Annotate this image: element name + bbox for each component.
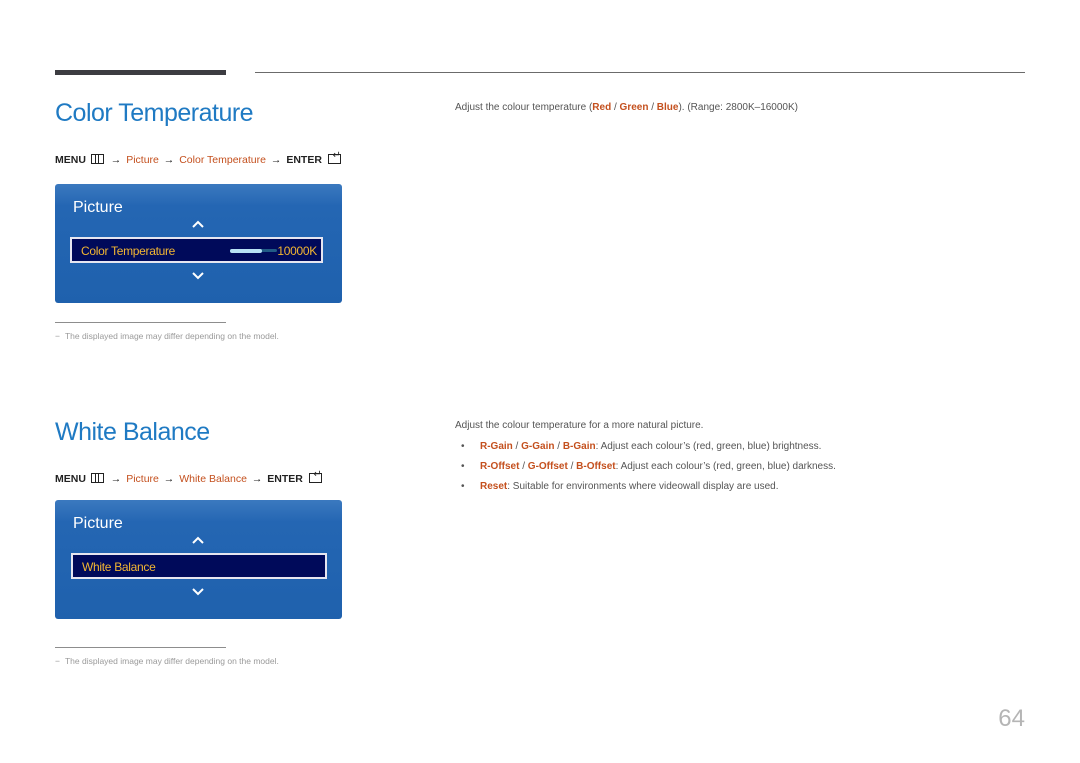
menu-label: MENU: [55, 473, 86, 485]
description-white-balance: Adjust the colour temperature for a more…: [455, 420, 704, 431]
bullet-icon: •: [461, 441, 465, 452]
arrow-icon: →: [163, 473, 175, 485]
header-thick-rule: [55, 70, 226, 75]
color-temperature-slider[interactable]: [230, 248, 277, 253]
term-g-offset: G-Offset: [527, 461, 568, 472]
footnote-text: The displayed image may differ depending…: [64, 331, 279, 341]
list-item: • R-Offset / G-Offset / B-Offset: Adjust …: [455, 460, 836, 480]
chevron-up-icon[interactable]: [192, 220, 204, 232]
chevron-down-icon[interactable]: [192, 588, 204, 600]
osd-item-label: Color Temperature: [81, 244, 176, 258]
separator: /: [648, 102, 657, 113]
separator: /: [567, 461, 577, 472]
footnote-rule: [55, 322, 226, 323]
separator: /: [554, 441, 563, 452]
enter-label: ENTER: [286, 154, 322, 166]
term-r-offset: R-Offset: [480, 461, 520, 472]
osd-title: Picture: [73, 515, 123, 532]
term-g-gain: G-Gain: [521, 441, 555, 452]
menu-step-color-temperature: Color Temperature: [179, 154, 266, 166]
footnote-rule: [55, 647, 226, 648]
description-suffix: ). (Range: 2800K–16000K): [678, 102, 798, 113]
osd-item-color-temperature[interactable]: Color Temperature 10000K: [70, 237, 323, 263]
white-balance-options-list: • R-Gain / G-Gain / B-Gain: Adjust each c…: [455, 440, 836, 500]
section-title-white-balance: White Balance: [55, 418, 210, 446]
osd-title: Picture: [73, 199, 123, 216]
arrow-icon: →: [270, 154, 282, 166]
enter-icon: [327, 150, 341, 164]
osd-item-value: 10000K: [277, 244, 317, 258]
chevron-up-icon[interactable]: [192, 536, 204, 548]
list-item: • R-Gain / G-Gain / B-Gain: Adjust each c…: [455, 440, 836, 460]
menu-step-picture: Picture: [126, 154, 159, 166]
arrow-icon: →: [163, 154, 175, 166]
list-item-text: : Suitable for environments where videow…: [507, 481, 779, 492]
term-red: Red: [592, 102, 612, 113]
list-item: • Reset: Suitable for environments where …: [455, 480, 836, 500]
term-green: Green: [619, 102, 649, 113]
slider-fill: [230, 248, 262, 253]
osd-panel-color-temperature: Picture Color Temperature 10000K: [55, 184, 342, 303]
footnote-dash: −: [55, 331, 60, 341]
menu-icon: [90, 154, 104, 164]
arrow-icon: →: [110, 473, 122, 485]
section-title-color-temperature: Color Temperature: [55, 99, 254, 127]
description-prefix: Adjust the colour temperature (: [455, 102, 593, 113]
footnote-dash: −: [55, 656, 60, 666]
osd-item-white-balance[interactable]: White Balance: [71, 553, 327, 579]
chevron-down-icon[interactable]: [192, 272, 204, 284]
list-item-text: : Adjust each colour’s (red, green, blue…: [595, 441, 822, 452]
enter-icon: [308, 469, 322, 483]
term-blue: Blue: [656, 102, 679, 113]
bullet-icon: •: [461, 461, 465, 472]
list-item-text: : Adjust each colour’s (red, green, blue…: [615, 461, 836, 472]
bullet-icon: •: [461, 481, 465, 492]
header-thin-rule: [255, 72, 1025, 73]
enter-label: ENTER: [267, 473, 303, 485]
separator: /: [512, 441, 522, 452]
footnote-color-temperature: − The displayed image may differ dependin…: [55, 331, 279, 341]
menu-step-white-balance: White Balance: [179, 473, 247, 485]
menu-path-white-balance: MENU → Picture → White Balance → ENTER: [55, 469, 322, 485]
description-color-temperature: Adjust the colour temperature (Red / Gre…: [455, 102, 798, 113]
arrow-icon: →: [251, 473, 263, 485]
term-r-gain: R-Gain: [480, 441, 513, 452]
menu-label: MENU: [55, 154, 86, 166]
menu-icon: [90, 473, 104, 483]
term-b-offset: B-Offset: [576, 461, 616, 472]
footnote-text: The displayed image may differ depending…: [64, 656, 279, 666]
arrow-icon: →: [110, 154, 122, 166]
separator: /: [519, 461, 528, 472]
footnote-white-balance: − The displayed image may differ dependin…: [55, 656, 279, 666]
term-b-gain: B-Gain: [562, 441, 596, 452]
osd-panel-white-balance: Picture White Balance: [55, 500, 342, 619]
separator: /: [611, 102, 620, 113]
osd-item-label: White Balance: [82, 560, 156, 574]
menu-step-picture: Picture: [126, 473, 159, 485]
term-reset: Reset: [480, 481, 508, 492]
menu-path-color-temperature: MENU → Picture → Color Temperature → ENT…: [55, 150, 341, 166]
page-number: 64: [998, 705, 1025, 732]
